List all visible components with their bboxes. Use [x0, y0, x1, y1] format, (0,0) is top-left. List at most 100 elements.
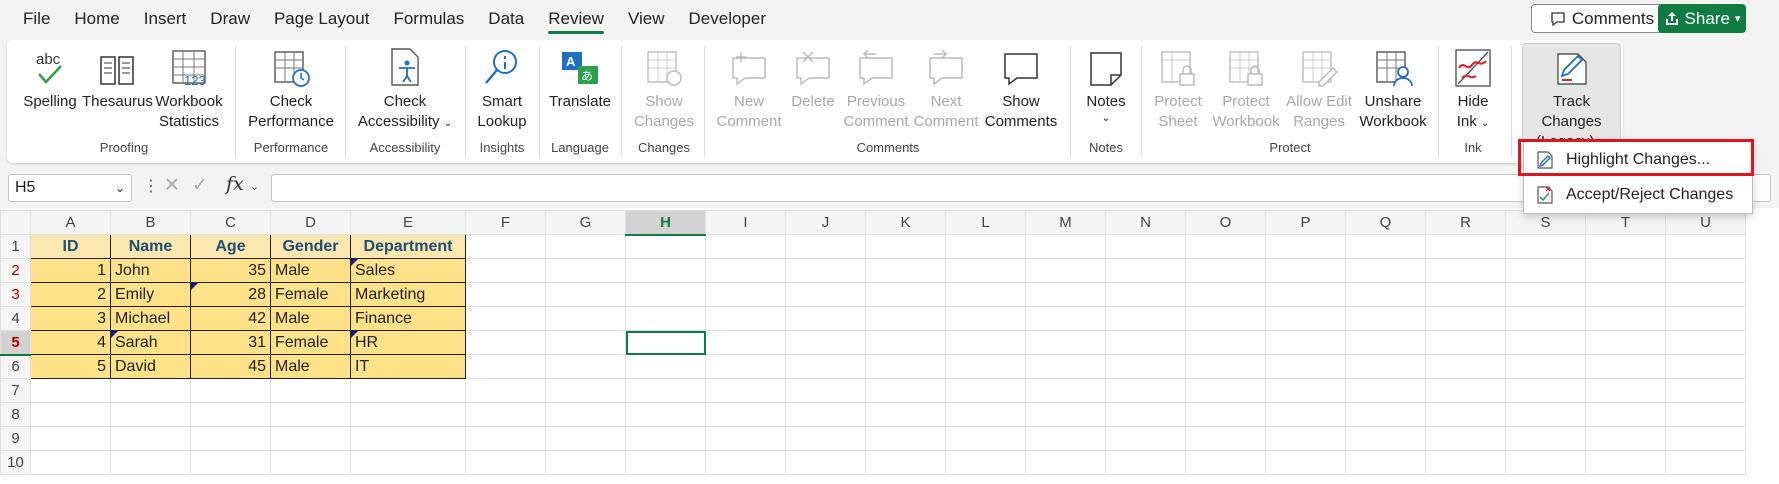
- cell-age[interactable]: 35: [190, 258, 271, 283]
- cell[interactable]: [625, 234, 706, 259]
- tab-data[interactable]: Data: [476, 0, 536, 38]
- cell[interactable]: [625, 354, 706, 379]
- cell[interactable]: [785, 402, 866, 427]
- cell-age[interactable]: 31: [190, 330, 271, 355]
- cell[interactable]: [705, 282, 786, 307]
- cell[interactable]: [545, 234, 626, 259]
- row-header[interactable]: 2: [0, 258, 31, 283]
- cell[interactable]: [625, 402, 706, 427]
- unshare-workbook-button[interactable]: Unshare Workbook: [1358, 46, 1428, 132]
- cell[interactable]: [110, 450, 191, 475]
- cell[interactable]: [945, 258, 1026, 283]
- cell[interactable]: [1425, 402, 1506, 427]
- tab-draw[interactable]: Draw: [198, 0, 262, 38]
- tab-page-layout[interactable]: Page Layout: [262, 0, 381, 38]
- cell[interactable]: [1505, 450, 1586, 475]
- table-header-cell[interactable]: Name: [110, 234, 191, 259]
- cell[interactable]: [865, 402, 946, 427]
- active-cell[interactable]: [625, 330, 706, 355]
- cell[interactable]: [1665, 378, 1746, 403]
- cell[interactable]: [270, 402, 351, 427]
- cell[interactable]: [1265, 426, 1346, 451]
- cell-department[interactable]: Marketing: [350, 282, 466, 307]
- column-header[interactable]: R: [1425, 210, 1506, 235]
- cell[interactable]: [110, 378, 191, 403]
- cell[interactable]: [1025, 354, 1106, 379]
- cell[interactable]: [1265, 306, 1346, 331]
- cell[interactable]: [465, 378, 546, 403]
- cell[interactable]: [1585, 378, 1666, 403]
- cell-gender[interactable]: Female: [270, 330, 351, 355]
- cancel-icon[interactable]: ✕: [164, 174, 180, 197]
- cell[interactable]: [1425, 258, 1506, 283]
- cell[interactable]: [1105, 426, 1186, 451]
- cell[interactable]: [1585, 450, 1666, 475]
- cell[interactable]: [625, 450, 706, 475]
- table-header-cell[interactable]: Department: [350, 234, 466, 259]
- cell[interactable]: [350, 426, 466, 451]
- table-header-cell[interactable]: Gender: [270, 234, 351, 259]
- cell[interactable]: [1185, 234, 1266, 259]
- cell[interactable]: [945, 234, 1026, 259]
- cell[interactable]: [1025, 402, 1106, 427]
- cell[interactable]: [545, 378, 626, 403]
- tab-file[interactable]: File: [11, 0, 62, 38]
- cell[interactable]: [350, 378, 466, 403]
- table-header-cell[interactable]: Age: [190, 234, 271, 259]
- check-performance-button[interactable]: Check Performance: [245, 46, 337, 132]
- cell[interactable]: [865, 234, 946, 259]
- cell[interactable]: [1265, 450, 1346, 475]
- cell-gender[interactable]: Male: [270, 306, 351, 331]
- cell[interactable]: [865, 354, 946, 379]
- protect-sheet-button[interactable]: Protect Sheet: [1150, 46, 1206, 132]
- column-header[interactable]: G: [545, 210, 626, 235]
- cell[interactable]: [1425, 378, 1506, 403]
- cell[interactable]: [1505, 426, 1586, 451]
- cell[interactable]: [865, 426, 946, 451]
- cell[interactable]: [1425, 234, 1506, 259]
- cell[interactable]: [465, 450, 546, 475]
- column-header[interactable]: B: [110, 210, 191, 235]
- column-header[interactable]: M: [1025, 210, 1106, 235]
- cell[interactable]: [1665, 234, 1746, 259]
- tab-view[interactable]: View: [616, 0, 677, 38]
- row-header[interactable]: 8: [0, 402, 31, 427]
- cell[interactable]: [625, 258, 706, 283]
- cell[interactable]: [625, 306, 706, 331]
- cell[interactable]: [1105, 354, 1186, 379]
- cell[interactable]: [190, 426, 271, 451]
- enter-icon[interactable]: ✓: [192, 174, 208, 197]
- cell[interactable]: [1265, 378, 1346, 403]
- tab-developer[interactable]: Developer: [677, 0, 779, 38]
- cell[interactable]: [30, 450, 111, 475]
- cell[interactable]: [1345, 402, 1426, 427]
- cell-name[interactable]: Emily: [110, 282, 191, 307]
- cell[interactable]: [1665, 450, 1746, 475]
- row-header[interactable]: 1: [0, 234, 31, 259]
- cell[interactable]: [1185, 450, 1266, 475]
- column-header[interactable]: L: [945, 210, 1026, 235]
- tab-insert[interactable]: Insert: [132, 0, 199, 38]
- cell[interactable]: [545, 426, 626, 451]
- cell[interactable]: [545, 282, 626, 307]
- cell[interactable]: [1345, 306, 1426, 331]
- column-header[interactable]: I: [705, 210, 786, 235]
- cell[interactable]: [625, 378, 706, 403]
- cell[interactable]: [465, 354, 546, 379]
- cell-id[interactable]: 2: [30, 282, 111, 307]
- cell[interactable]: [1185, 378, 1266, 403]
- cell[interactable]: [1265, 258, 1346, 283]
- cell[interactable]: [1665, 282, 1746, 307]
- cell[interactable]: [945, 450, 1026, 475]
- column-header[interactable]: N: [1105, 210, 1186, 235]
- cell[interactable]: [1185, 306, 1266, 331]
- delete-comment-button[interactable]: Delete: [785, 46, 841, 112]
- cell[interactable]: [1105, 282, 1186, 307]
- row-header[interactable]: 3: [0, 282, 31, 307]
- smart-lookup-button[interactable]: Smart Lookup: [475, 46, 529, 132]
- column-header[interactable]: F: [465, 210, 546, 235]
- column-header[interactable]: P: [1265, 210, 1346, 235]
- cell-name[interactable]: Sarah: [110, 330, 191, 355]
- cell[interactable]: [785, 234, 866, 259]
- column-header[interactable]: K: [865, 210, 946, 235]
